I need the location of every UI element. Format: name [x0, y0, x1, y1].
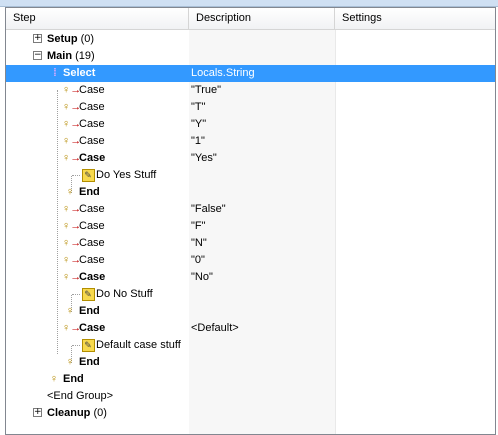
case-description: "No"	[191, 271, 213, 283]
window-title-strip	[0, 0, 498, 7]
case-description: "F"	[191, 220, 206, 232]
end-label: End	[79, 305, 100, 317]
column-header-description[interactable]: Description	[189, 8, 335, 29]
setup-group-label: Setup (0)	[47, 33, 95, 45]
expand-toggle-icon[interactable]: +	[33, 408, 42, 417]
action-step-icon: ✎	[80, 168, 96, 183]
tree-row-case-yes[interactable]: ♀→ Case "Yes"	[6, 150, 495, 167]
case-label: Case	[79, 135, 105, 147]
end-icon: ♀	[65, 186, 75, 198]
case-icon: ♀→	[62, 237, 82, 249]
case-label: Case	[79, 101, 105, 113]
tree-row-case[interactable]: ♀→ Case "T"	[6, 99, 495, 116]
tree-row-select[interactable]: ⁞ Select Locals.String	[6, 65, 495, 82]
case-label: Case	[79, 322, 106, 334]
end-icon: ♀	[49, 373, 59, 385]
select-step-label: Select	[63, 67, 96, 79]
tree-row-case-default[interactable]: ♀→ Case <Default>	[6, 320, 495, 337]
case-label: Case	[79, 254, 105, 266]
case-description: "Y"	[191, 118, 207, 130]
tree-row-action[interactable]: ✎ Default case stuff	[6, 337, 495, 354]
action-step-label: Do No Stuff	[96, 288, 153, 300]
case-icon: ♀→	[62, 152, 82, 164]
case-description: "1"	[191, 135, 205, 147]
tree-row-action[interactable]: ✎ Do No Stuff	[6, 286, 495, 303]
tree-row-case[interactable]: ♀→ Case "N"	[6, 235, 495, 252]
case-description: "False"	[191, 203, 226, 215]
action-step-icon: ✎	[80, 338, 96, 353]
case-description: "True"	[191, 84, 222, 96]
case-label: Case	[79, 220, 105, 232]
action-step-label: Do Yes Stuff	[96, 169, 157, 181]
step-tree-panel: Step Description Settings + Setup (0) − …	[5, 7, 496, 435]
case-icon: ♀→	[62, 271, 82, 283]
column-header-settings-label: Settings	[342, 12, 382, 24]
case-label: Case	[79, 118, 105, 130]
column-header-settings[interactable]: Settings	[335, 8, 495, 29]
case-label: Case	[79, 84, 105, 96]
tree-row-case[interactable]: ♀→ Case "0"	[6, 252, 495, 269]
tree-row-action[interactable]: ✎ Do Yes Stuff	[6, 167, 495, 184]
end-group-label: <End Group>	[47, 390, 114, 402]
end-label: End	[79, 356, 100, 368]
case-icon: ♀→	[62, 135, 82, 147]
tree-row-main[interactable]: − Main (19)	[6, 48, 495, 65]
tree-row-end[interactable]: ♀ End	[6, 303, 495, 320]
tree-row-end-group[interactable]: <End Group>	[6, 388, 495, 405]
select-step-icon: ⁞	[53, 67, 57, 79]
tree-row-end[interactable]: ♀ End	[6, 354, 495, 371]
case-icon: ♀→	[62, 101, 82, 113]
tree-connector	[72, 345, 80, 346]
case-description: "0"	[191, 254, 205, 266]
tree-row-select-end[interactable]: ♀ End	[6, 371, 495, 388]
case-icon: ♀→	[62, 118, 82, 130]
tree-row-cleanup[interactable]: + Cleanup (0)	[6, 405, 495, 422]
case-label: Case	[79, 152, 106, 164]
case-icon: ♀→	[62, 254, 82, 266]
action-step-label: Default case stuff	[96, 339, 181, 351]
case-description: <Default>	[191, 322, 239, 334]
tree-row-case[interactable]: ♀→ Case "False"	[6, 201, 495, 218]
end-label: End	[79, 186, 100, 198]
tree-row-case-no[interactable]: ♀→ Case "No"	[6, 269, 495, 286]
tree-row-case[interactable]: ♀→ Case "1"	[6, 133, 495, 150]
main-group-label: Main (19)	[47, 50, 95, 62]
case-label: Case	[79, 237, 105, 249]
collapse-toggle-icon[interactable]: −	[33, 51, 42, 60]
column-header-step[interactable]: Step	[6, 8, 189, 29]
case-description: "N"	[191, 237, 207, 249]
cleanup-group-label: Cleanup (0)	[47, 407, 107, 419]
select-step-description: Locals.String	[191, 67, 255, 79]
case-description: "Yes"	[191, 152, 217, 164]
tree-row-case[interactable]: ♀→ Case "Y"	[6, 116, 495, 133]
case-label: Case	[79, 271, 106, 283]
column-header-step-label: Step	[13, 12, 36, 24]
tree-row-setup[interactable]: + Setup (0)	[6, 31, 495, 48]
case-icon: ♀→	[62, 322, 82, 334]
sequence-editor-window: Step Description Settings + Setup (0) − …	[0, 0, 498, 435]
select-end-label: End	[63, 373, 84, 385]
end-icon: ♀	[65, 305, 75, 317]
case-description: "T"	[191, 101, 206, 113]
case-icon: ♀→	[62, 84, 82, 96]
tree-row-case[interactable]: ♀→ Case "F"	[6, 218, 495, 235]
tree-row-case[interactable]: ♀→ Case "True"	[6, 82, 495, 99]
case-label: Case	[79, 203, 105, 215]
tree-connector	[72, 175, 80, 176]
case-icon: ♀→	[62, 220, 82, 232]
column-header: Step Description Settings	[6, 8, 495, 30]
end-icon: ♀	[65, 356, 75, 368]
expand-toggle-icon[interactable]: +	[33, 34, 42, 43]
tree-row-end[interactable]: ♀ End	[6, 184, 495, 201]
case-icon: ♀→	[62, 203, 82, 215]
column-header-description-label: Description	[196, 12, 252, 24]
tree-connector	[72, 294, 80, 295]
action-step-icon: ✎	[80, 287, 96, 302]
